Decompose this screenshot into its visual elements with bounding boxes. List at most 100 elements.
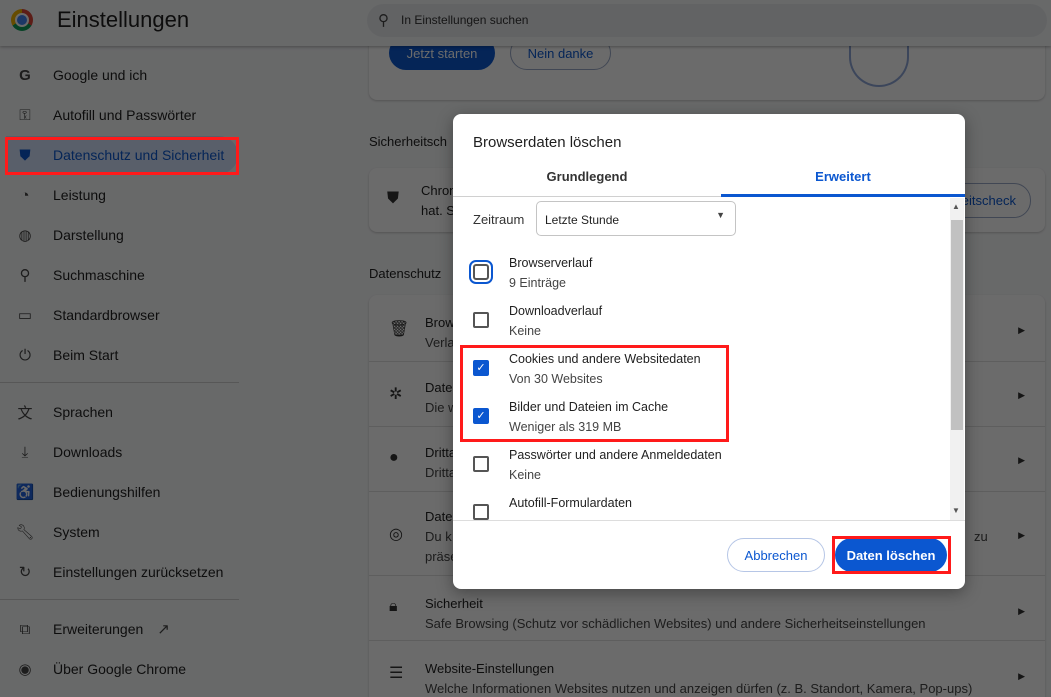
sidebar-item-appearance[interactable]: ◍ Darstellung [6,216,238,254]
checkbox[interactable] [469,260,493,284]
row-title: Dritta [425,445,457,460]
checkbox[interactable] [473,504,489,520]
time-range-value: Letzte Stunde [545,213,620,227]
sidebar-item-label: Beim Start [53,347,119,363]
checkbox[interactable] [473,312,489,328]
divider [0,599,239,600]
list-item-history[interactable]: Browserverlauf 9 Einträge [453,256,943,304]
trash-icon: 🗑︎ [389,321,410,338]
row-title: Sicherheit [425,596,483,611]
item-title: Downloadverlauf [509,304,603,318]
cancel-button[interactable]: Abbrechen [727,538,825,572]
item-detail: 9 Einträge [509,276,566,290]
divider [0,382,239,383]
time-range-select[interactable]: Letzte Stunde ▼ [536,201,736,236]
item-title: Passwörter und andere Anmeldedaten [509,448,722,462]
arrow-right-icon: ▶ [1018,455,1025,465]
row-subtitle: Safe Browsing (Schutz vor schädlichen We… [425,616,926,631]
sidebar-item-label: Einstellungen zurücksetzen [53,564,224,580]
footer-divider [453,520,965,521]
page-title: Einstellungen [57,7,190,32]
sidebar-item-downloads[interactable]: ⤓ Downloads [6,433,238,471]
wrench-icon: 🔧︎ [15,524,35,541]
list-item-passwords[interactable]: Passwörter und andere Anmeldedaten Keine [453,448,943,496]
scroll-up-icon[interactable]: ▲ [952,202,960,211]
row-subtitle: Dritta [425,465,457,480]
sidebar-item-reset[interactable]: ↻ Einstellungen zurücksetzen [6,553,238,591]
reset-icon: ↻ [18,564,32,581]
highlight-box [5,137,239,175]
arrow-right-icon: ▶ [1018,390,1025,400]
gauge-icon: ◔ [20,186,30,204]
row-title: Website-Einstellungen [425,661,555,676]
sidebar-item-system[interactable]: 🔧︎ System [6,513,238,551]
sidebar-item-extensions[interactable]: ⧉ Erweiterungen ↗ [6,610,238,648]
search-icon: ⚲ [378,12,389,29]
header: Einstellungen ⚲ In Einstellungen suchen [0,0,1051,46]
arrow-right-icon: ▶ [1018,530,1025,540]
site-settings-row[interactable]: ☰ Website-Einstellungen Welche Information… [369,640,1045,697]
lock-icon: 🔒︎ [389,598,398,615]
tab-advanced[interactable]: Erweitert [715,164,965,196]
scrollbar-thumb[interactable] [951,220,963,430]
palette-icon: ◍ [18,227,32,244]
search-icon: ⚲ [19,267,31,284]
sidebar-item-about[interactable]: ◉ Über Google Chrome [6,650,238,688]
chrome-icon: ◉ [18,661,32,678]
ad-target-icon: ◎ [389,526,403,543]
row-subtitle: Verla [425,335,455,350]
google-icon: G [19,66,31,84]
row-title: Brow [425,315,455,330]
row-subtitle: Du k [425,529,452,544]
sidebar-item-label: Suchmaschine [53,267,145,283]
active-tab-indicator [721,194,965,197]
arrow-right-icon: ▶ [1018,606,1025,616]
shield-illustration-icon [849,42,909,87]
sidebar-item-on-startup[interactable]: ⏻ Beim Start [6,336,238,374]
item-title: Autofill-Formulardaten [509,496,632,510]
chrome-logo-icon [11,9,33,31]
cookie-icon: ● [389,449,399,466]
safety-heading: Sicherheitsch [369,134,448,149]
list-item-autofill[interactable]: Autofill-Formulardaten [453,496,943,521]
sidebar-item-label: Standardbrowser [53,307,160,323]
sidebar-item-label: Erweiterungen [53,621,144,637]
download-icon: ⤓ [21,443,29,461]
sidebar-item-label: Autofill und Passwörter [53,107,197,123]
highlight-box [460,345,729,442]
sidebar-item-label: Darstellung [53,227,124,243]
row-title: Date [425,380,453,395]
scrollbar[interactable]: ▲ ▼ [950,198,964,521]
highlight-box [832,536,951,574]
sidebar-item-label: Google und ich [53,67,148,83]
dropdown-arrow-icon: ▼ [716,210,725,220]
arrow-right-icon: ▶ [1018,671,1025,681]
item-detail: Keine [509,468,541,482]
search-input[interactable]: ⚲ In Einstellungen suchen [367,4,1047,37]
sidebar-item-label: Bedienungshilfen [53,484,161,500]
sidebar-item-label: Sprachen [53,404,113,420]
sidebar-item-languages[interactable]: 文 Sprachen [6,393,238,431]
sidebar-item-default-browser[interactable]: ▭ Standardbrowser [6,296,238,334]
tab-basic[interactable]: Grundlegend [459,164,715,196]
key-icon: ⚿ [19,106,31,124]
sidebar-item-accessibility[interactable]: ♿ Bedienungshilfen [6,473,238,511]
dialog-title: Browserdaten löschen [473,134,622,151]
sidebar-item-label: Über Google Chrome [53,661,187,677]
time-range-label: Zeitraum [473,212,525,227]
row-subtitle: zu [974,529,988,544]
shield-icon: ⛊ [387,190,400,207]
sidebar-item-google[interactable]: G Google und ich [6,56,238,94]
item-detail: Keine [509,324,541,338]
scroll-down-icon[interactable]: ▼ [952,506,960,515]
checkbox[interactable] [473,456,489,472]
sidebar-item-search-engine[interactable]: ⚲ Suchmaschine [6,256,238,294]
translate-icon: 文 [17,404,33,422]
sidebar-item-label: System [53,524,100,540]
sidebar-item-autofill[interactable]: ⚿ Autofill und Passwörter [6,96,238,134]
browser-icon: ▭ [17,307,33,324]
accessibility-icon: ♿ [15,484,35,501]
safety-text: Chron [421,183,457,198]
sidebar-item-label: Leistung [53,187,106,203]
sidebar-item-performance[interactable]: ◔ Leistung [6,176,238,214]
